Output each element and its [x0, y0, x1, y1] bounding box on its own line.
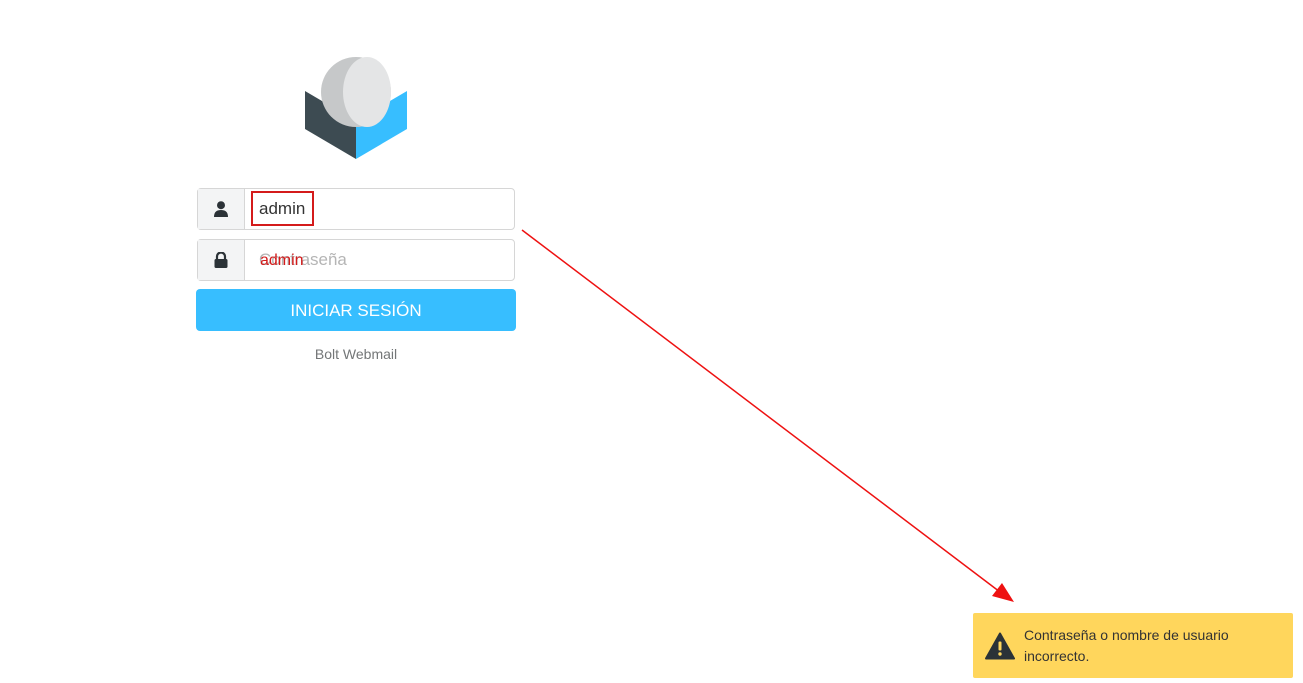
annotation-arrow [521, 229, 1014, 602]
login-page: INICIAR SESIÓN Bolt Webmail admin Contra… [0, 0, 1303, 683]
lock-icon [214, 252, 228, 268]
toast-message: Contraseña o nombre de usuario incorrect… [1024, 626, 1229, 664]
username-row [197, 188, 515, 230]
product-name: Bolt Webmail [314, 346, 398, 362]
roundcube-logo [305, 57, 407, 159]
annotation-highlight-box [251, 191, 314, 226]
password-row [197, 239, 515, 281]
error-toast[interactable]: Contraseña o nombre de usuario incorrect… [973, 613, 1293, 678]
password-addon [198, 240, 245, 280]
user-icon [214, 201, 228, 217]
username-addon [198, 189, 245, 229]
annotation-typed-text: admin [260, 252, 304, 269]
warning-icon [985, 632, 1015, 659]
login-button[interactable]: INICIAR SESIÓN [196, 289, 516, 331]
